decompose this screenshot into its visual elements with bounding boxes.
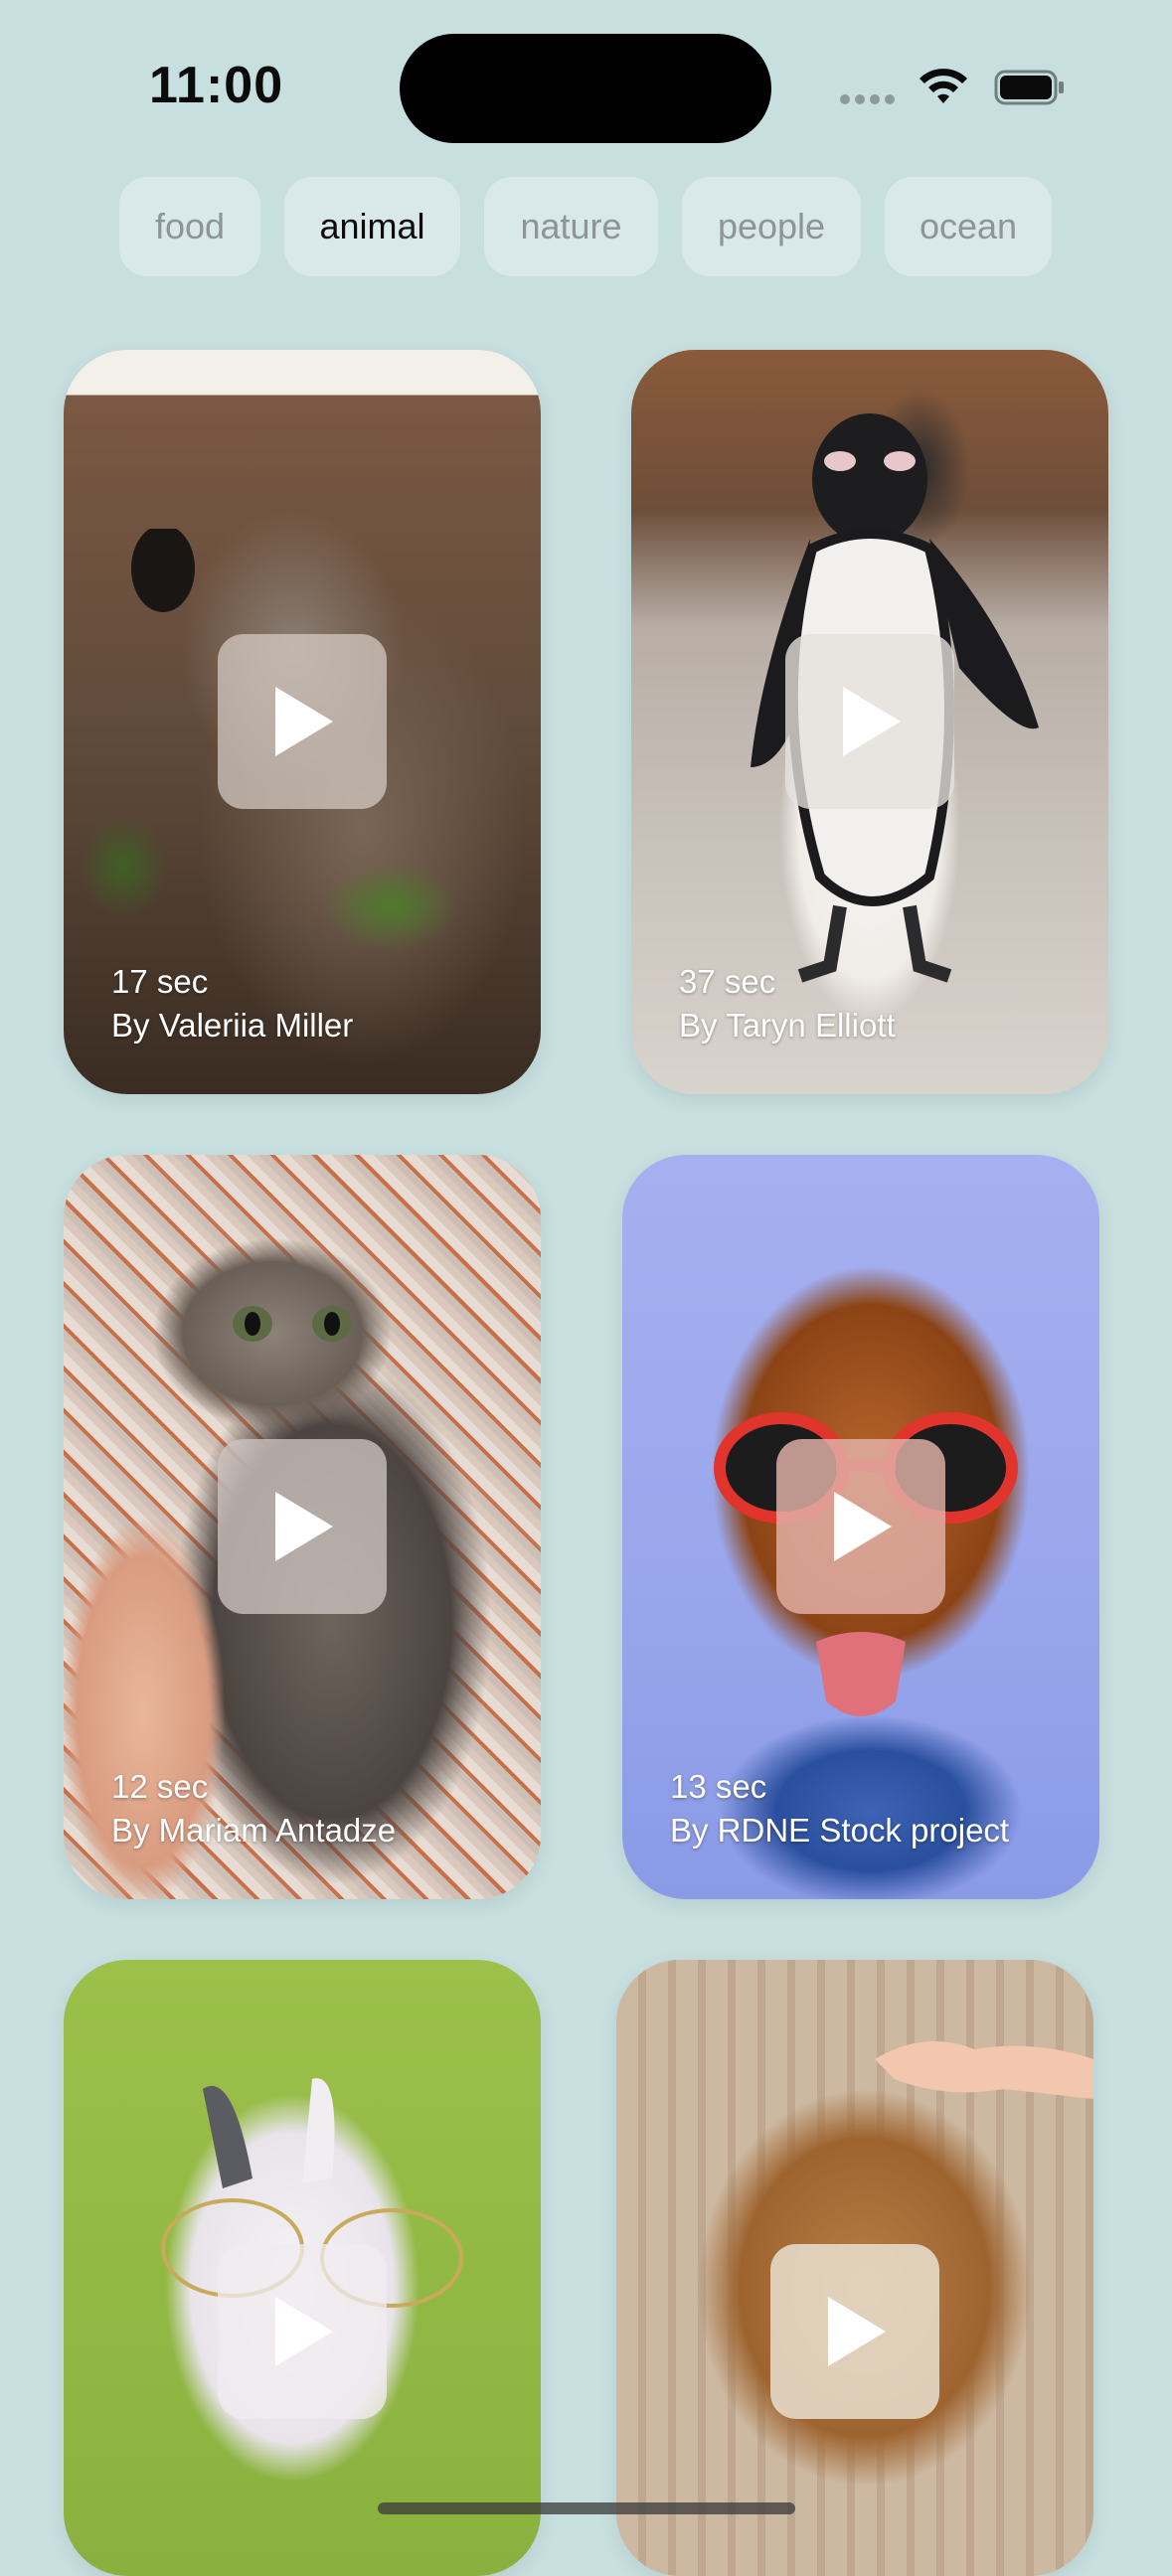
- dynamic-island: [400, 34, 771, 143]
- play-icon: [275, 687, 333, 756]
- play-icon: [275, 1492, 333, 1561]
- video-caption: 37 sec By Taryn Elliott: [679, 960, 896, 1047]
- play-button[interactable]: [785, 634, 954, 809]
- tag-ocean[interactable]: ocean: [885, 177, 1052, 276]
- play-icon: [275, 2297, 333, 2366]
- home-indicator[interactable]: [378, 2502, 795, 2514]
- video-card-koala[interactable]: 17 sec By Valeriia Miller: [64, 350, 541, 1094]
- dog-tongue: [816, 1632, 906, 1716]
- video-card-calf[interactable]: [616, 1960, 1093, 2576]
- video-caption: 17 sec By Valeriia Miller: [111, 960, 353, 1047]
- status-bar: 11:00: [0, 0, 1172, 169]
- video-duration: 37 sec: [679, 963, 776, 1000]
- video-author: By Mariam Antadze: [111, 1812, 397, 1849]
- video-duration: 12 sec: [111, 1768, 209, 1805]
- play-icon: [828, 2297, 886, 2366]
- video-caption: 13 sec By RDNE Stock project: [670, 1765, 1009, 1852]
- play-button[interactable]: [776, 1439, 945, 1614]
- video-duration: 13 sec: [670, 1768, 767, 1805]
- tag-label: ocean: [919, 206, 1018, 246]
- status-time: 11:00: [149, 57, 284, 114]
- video-card-penguin[interactable]: 37 sec By Taryn Elliott: [631, 350, 1108, 1094]
- play-button[interactable]: [770, 2244, 939, 2419]
- video-author: By RDNE Stock project: [670, 1812, 1010, 1849]
- play-button[interactable]: [218, 2244, 387, 2419]
- play-button[interactable]: [218, 634, 387, 809]
- video-card-kitten[interactable]: 12 sec By Mariam Antadze: [64, 1155, 541, 1899]
- signal-icon: [840, 94, 895, 104]
- tag-label: people: [717, 206, 826, 246]
- tag-food[interactable]: food: [119, 177, 260, 276]
- play-button[interactable]: [218, 1439, 387, 1614]
- tag-label: nature: [520, 206, 622, 246]
- tag-label: animal: [319, 206, 425, 246]
- video-duration: 17 sec: [111, 963, 209, 1000]
- child-hand: [875, 2041, 1093, 2099]
- category-tag-bar: food animal nature people ocean: [0, 177, 1172, 276]
- video-card-dog[interactable]: 13 sec By RDNE Stock project: [622, 1155, 1099, 1899]
- video-card-rabbit[interactable]: [64, 1960, 541, 2576]
- tag-label: food: [154, 206, 226, 246]
- tag-animal[interactable]: animal: [284, 177, 460, 276]
- battery-icon: [994, 70, 1064, 105]
- video-author: By Taryn Elliott: [679, 1007, 896, 1044]
- kitten-eyes: [233, 1306, 352, 1342]
- play-icon: [843, 687, 901, 756]
- video-caption: 12 sec By Mariam Antadze: [111, 1765, 396, 1852]
- play-icon: [834, 1492, 892, 1561]
- wifi-icon: [920, 69, 967, 103]
- video-author: By Valeriia Miller: [111, 1007, 354, 1044]
- tag-people[interactable]: people: [682, 177, 861, 276]
- tag-nature[interactable]: nature: [484, 177, 658, 276]
- koala-nose: [131, 529, 195, 612]
